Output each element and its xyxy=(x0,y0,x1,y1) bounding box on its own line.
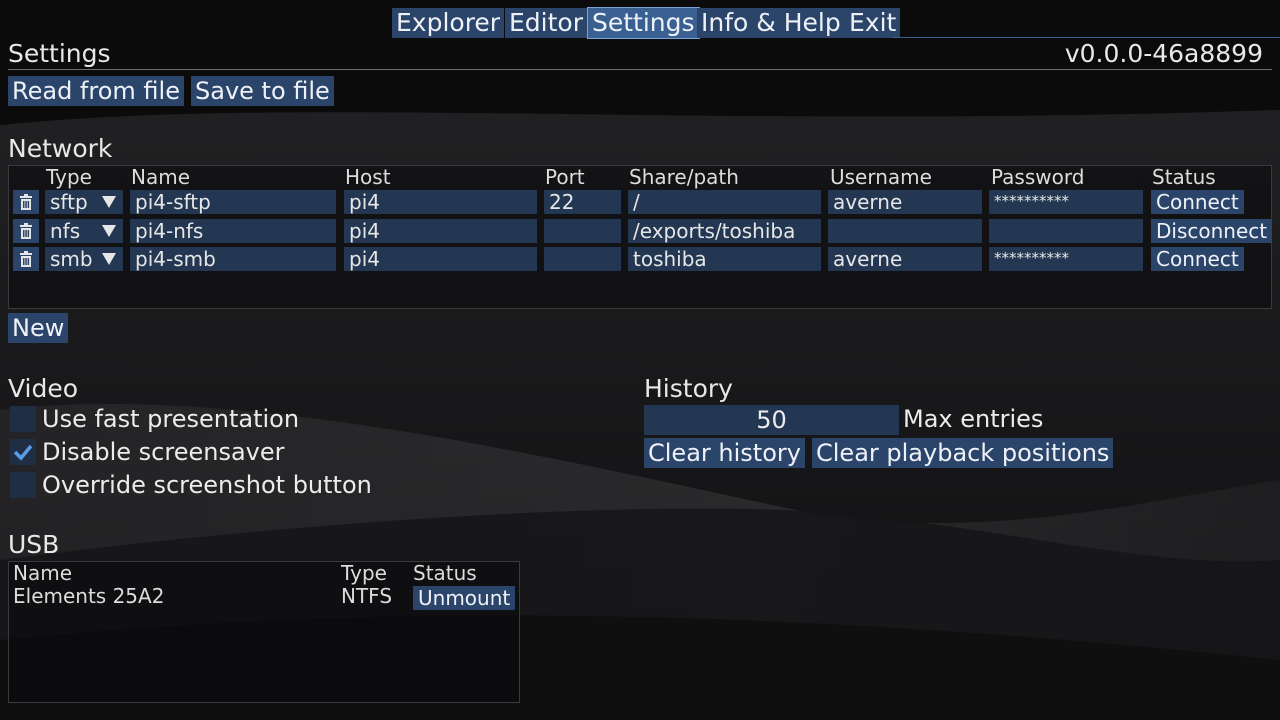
override-screenshot-checkbox[interactable] xyxy=(10,472,36,498)
delete-button[interactable] xyxy=(13,247,39,271)
history-section-title: History xyxy=(644,374,733,403)
fast-presentation-checkbox[interactable] xyxy=(10,406,36,432)
max-entries-label: Max entries xyxy=(903,405,1044,433)
version-label: v0.0.0-46a8899 xyxy=(1064,39,1263,68)
type-dropdown[interactable]: nfs xyxy=(45,219,123,243)
password-field[interactable]: ********** xyxy=(989,247,1143,271)
name-field[interactable]: pi4-sftp xyxy=(130,190,336,214)
password-field[interactable]: ********** xyxy=(989,190,1143,214)
triangle-down-icon xyxy=(102,253,116,265)
max-entries-input[interactable]: 50 xyxy=(644,405,899,435)
col-status: Status xyxy=(1152,165,1216,189)
host-field[interactable]: pi4 xyxy=(344,190,537,214)
type-value: nfs xyxy=(50,219,81,243)
path-field[interactable]: / xyxy=(628,190,821,214)
port-field[interactable] xyxy=(544,219,621,243)
username-field[interactable] xyxy=(828,219,982,243)
name-field[interactable]: pi4-nfs xyxy=(130,219,336,243)
tab-explorer[interactable]: Explorer xyxy=(392,8,505,38)
clear-history-button[interactable]: Clear history xyxy=(644,438,805,468)
tab-settings[interactable]: Settings xyxy=(587,7,700,39)
clear-playback-positions-button[interactable]: Clear playback positions xyxy=(812,438,1114,468)
type-value: smb xyxy=(50,247,93,271)
delete-button[interactable] xyxy=(13,219,39,243)
usb-col-type: Type xyxy=(341,561,387,585)
tabs-underline xyxy=(893,37,1280,38)
host-field[interactable]: pi4 xyxy=(344,247,537,271)
path-field[interactable]: toshiba xyxy=(628,247,821,271)
fast-presentation-label: Use fast presentation xyxy=(42,405,300,433)
trash-icon xyxy=(20,223,32,239)
trash-icon xyxy=(20,194,32,210)
username-field[interactable]: averne xyxy=(828,247,982,271)
type-dropdown[interactable]: sftp xyxy=(45,190,123,214)
triangle-down-icon xyxy=(102,225,116,237)
delete-button[interactable] xyxy=(13,190,39,214)
network-section-title: Network xyxy=(8,134,113,163)
override-screenshot-label: Override screenshot button xyxy=(42,471,372,499)
tab-info-help[interactable]: Info & Help xyxy=(697,8,845,38)
path-field[interactable]: /exports/toshiba xyxy=(628,219,821,243)
type-dropdown[interactable]: smb xyxy=(45,247,123,271)
col-username: Username xyxy=(830,165,932,189)
header-divider xyxy=(8,69,1272,70)
usb-device-name: Elements 25A2 xyxy=(13,584,165,608)
usb-col-status: Status xyxy=(413,561,477,585)
port-field[interactable] xyxy=(544,247,621,271)
col-type: Type xyxy=(46,165,92,189)
usb-section-title: USB xyxy=(8,530,60,559)
trash-icon xyxy=(20,251,32,267)
disconnect-button[interactable]: Disconnect xyxy=(1151,219,1273,243)
usb-col-name: Name xyxy=(13,561,73,585)
port-field[interactable]: 22 xyxy=(544,190,621,214)
triangle-down-icon xyxy=(102,196,116,208)
page-title: Settings xyxy=(8,39,111,68)
unmount-button[interactable]: Unmount xyxy=(413,586,516,610)
username-field[interactable]: averne xyxy=(828,190,982,214)
checkmark-icon xyxy=(13,444,33,461)
host-field[interactable]: pi4 xyxy=(344,219,537,243)
col-port: Port xyxy=(545,165,585,189)
password-field[interactable] xyxy=(989,219,1143,243)
col-password: Password xyxy=(991,165,1085,189)
disable-screensaver-label: Disable screensaver xyxy=(42,438,285,466)
col-share-path: Share/path xyxy=(629,165,739,189)
usb-device-type: NTFS xyxy=(341,584,393,608)
save-to-file-button[interactable]: Save to file xyxy=(191,76,334,106)
type-value: sftp xyxy=(50,190,88,214)
connect-button[interactable]: Connect xyxy=(1151,190,1244,214)
name-field[interactable]: pi4-smb xyxy=(130,247,336,271)
read-from-file-button[interactable]: Read from file xyxy=(8,76,184,106)
tab-editor[interactable]: Editor xyxy=(505,8,587,38)
tab-exit[interactable]: Exit xyxy=(845,8,901,38)
col-name: Name xyxy=(131,165,191,189)
new-connection-button[interactable]: New xyxy=(8,313,69,343)
connect-button[interactable]: Connect xyxy=(1151,247,1244,271)
disable-screensaver-checkbox[interactable] xyxy=(10,439,36,465)
video-section-title: Video xyxy=(8,374,79,403)
col-host: Host xyxy=(345,165,391,189)
